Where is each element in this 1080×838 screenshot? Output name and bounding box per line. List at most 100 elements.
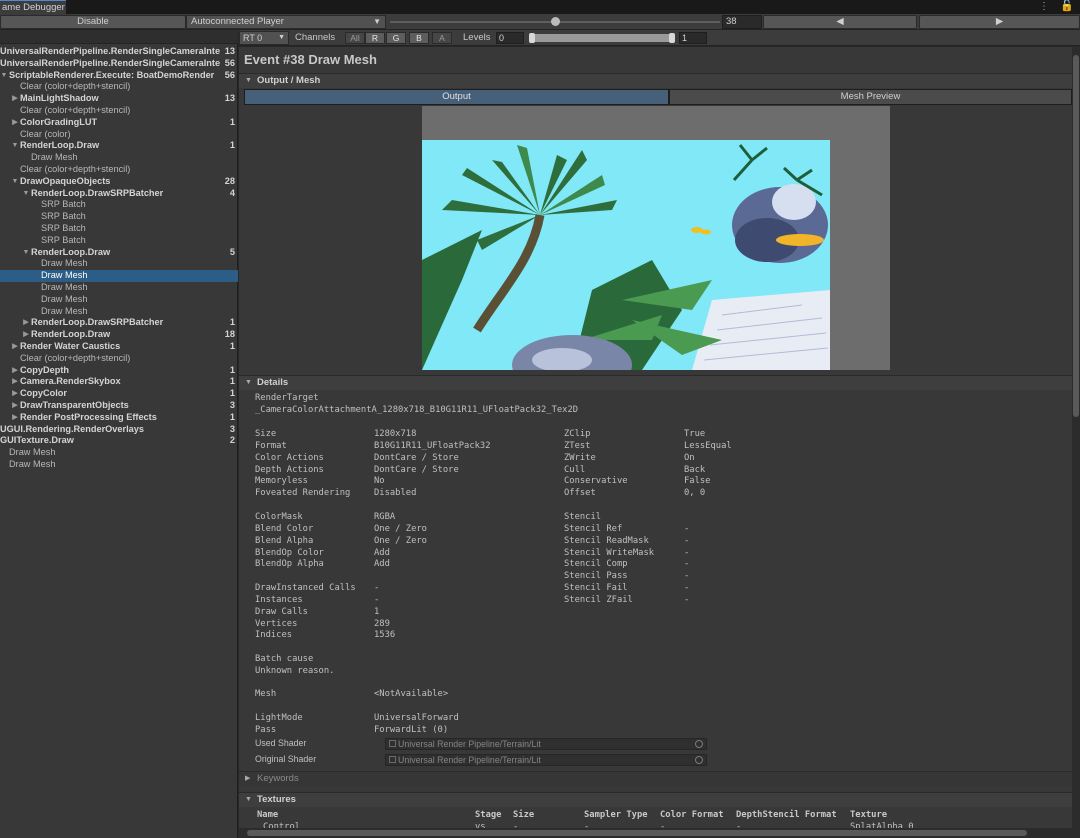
tree-row[interactable]: Draw Mesh <box>0 152 238 164</box>
foldout-closed-icon[interactable]: ▶ <box>22 329 30 341</box>
detail-value: Add <box>374 547 390 558</box>
tab-output[interactable]: Output <box>244 89 669 105</box>
tree-row[interactable]: ▼ DrawOpaqueObjects 28 <box>0 176 238 188</box>
event-details-panel: Event #38 Draw Mesh ▼ Output / Mesh Outp… <box>239 47 1072 838</box>
keywords-section-header[interactable]: ▶ Keywords <box>239 771 1072 786</box>
channel-toggle-all[interactable]: All <box>345 32 365 44</box>
tree-row-selected[interactable]: Draw Mesh <box>0 270 238 282</box>
tree-row[interactable]: Draw Mesh <box>0 282 238 294</box>
foldout-closed-icon[interactable]: ▶ <box>11 376 19 388</box>
tree-row-label: RenderLoop.DrawSRPBatcher <box>31 187 164 198</box>
channel-toggle-a[interactable]: A <box>432 32 452 44</box>
tab-mesh-preview[interactable]: Mesh Preview <box>669 89 1072 105</box>
tree-row[interactable]: ▶ ColorGradingLUT 1 <box>0 117 238 129</box>
next-event-button[interactable]: ▶ <box>919 15 1080 29</box>
tree-row[interactable]: Clear (color+depth+stencil) <box>0 164 238 176</box>
channel-toggle-b[interactable]: B <box>409 32 429 44</box>
event-index-field[interactable]: 38 <box>722 15 762 29</box>
tree-row[interactable]: ▶ Render PostProcessing Effects 1 <box>0 412 238 424</box>
detail-key: Stencil Pass <box>564 571 628 582</box>
vertical-scrollbar-thumb[interactable] <box>1073 55 1079 417</box>
batch-cause-label: Batch cause <box>255 654 314 664</box>
lock-icon[interactable]: 🔓 <box>1060 0 1074 12</box>
tree-row[interactable]: Draw Mesh <box>0 294 238 306</box>
tree-row[interactable]: ▶ DrawTransparentObjects 3 <box>0 400 238 412</box>
disable-button[interactable]: Disable <box>0 15 186 29</box>
channel-toggle-r[interactable]: R <box>365 32 385 44</box>
tree-row[interactable]: ▼ RenderLoop.DrawSRPBatcher 4 <box>0 188 238 200</box>
foldout-open-icon[interactable]: ▼ <box>0 70 8 82</box>
tree-row[interactable]: UGUI.Rendering.RenderOverlays 3 <box>0 424 238 436</box>
details-section-header[interactable]: ▼ Details <box>239 375 1072 390</box>
used-shader-field[interactable]: Universal Render Pipeline/Terrain/Lit <box>385 738 707 750</box>
tree-row[interactable]: ▶ Render Water Caustics 1 <box>0 341 238 353</box>
object-picker-icon[interactable] <box>695 756 703 764</box>
tree-row-label: Draw Mesh <box>41 281 88 292</box>
foldout-closed-icon[interactable]: ▶ <box>11 341 19 353</box>
tree-row[interactable]: Draw Mesh <box>0 306 238 318</box>
tree-row-count: 5 <box>229 246 235 257</box>
detail-value: - <box>684 523 690 534</box>
horizontal-scrollbar-thumb[interactable] <box>247 830 1027 836</box>
tree-row[interactable]: Draw Mesh <box>0 447 238 459</box>
object-picker-icon[interactable] <box>695 740 703 748</box>
detail-value: - <box>684 559 690 570</box>
foldout-closed-icon[interactable]: ▶ <box>11 93 19 105</box>
tree-row[interactable]: ▶ MainLightShadow 13 <box>0 93 238 105</box>
tree-row[interactable]: GUITexture.Draw 2 <box>0 435 238 447</box>
tree-row[interactable]: ▶ CopyDepth 1 <box>0 365 238 377</box>
tree-row[interactable]: Clear (color+depth+stencil) <box>0 81 238 93</box>
tree-row-label: GUITexture.Draw <box>0 435 74 446</box>
tree-row[interactable]: SRP Batch <box>0 223 238 235</box>
tree-row[interactable]: Clear (color) <box>0 129 238 141</box>
levels-min-field[interactable]: 0 <box>496 32 524 44</box>
render-target-dropdown[interactable]: RT 0 ▼ <box>239 31 289 45</box>
kebab-menu-icon[interactable]: ⋮ <box>1039 1 1049 12</box>
tree-row[interactable]: ▶ CopyColor 1 <box>0 388 238 400</box>
event-slider-handle[interactable] <box>551 17 560 26</box>
tree-row[interactable]: ▶ Camera.RenderSkybox 1 <box>0 376 238 388</box>
tree-row[interactable]: Draw Mesh <box>0 258 238 270</box>
levels-max-field[interactable]: 1 <box>679 32 707 44</box>
vertical-scrollbar[interactable] <box>1072 47 1080 838</box>
tree-row[interactable]: ▼ RenderLoop.Draw 5 <box>0 247 238 259</box>
tree-row-count: 1 <box>229 376 235 387</box>
tree-row[interactable]: UniversalRenderPipeline.RenderSingleCame… <box>0 58 238 70</box>
tree-row[interactable]: ▼ ScriptableRenderer.Execute: BoatDemoRen… <box>0 70 238 82</box>
tree-row[interactable]: SRP Batch <box>0 235 238 247</box>
tree-row[interactable]: SRP Batch <box>0 211 238 223</box>
original-shader-field[interactable]: Universal Render Pipeline/Terrain/Lit <box>385 754 707 766</box>
channel-toggle-g[interactable]: G <box>386 32 406 44</box>
tree-row[interactable]: Clear (color+depth+stencil) <box>0 353 238 365</box>
foldout-closed-icon[interactable]: ▶ <box>11 388 19 400</box>
tree-row[interactable]: ▶ RenderLoop.DrawSRPBatcher 1 <box>0 317 238 329</box>
textures-section-header[interactable]: ▼ Textures <box>239 792 1072 807</box>
foldout-closed-icon[interactable]: ▶ <box>11 412 19 424</box>
tree-row[interactable]: Clear (color+depth+stencil) <box>0 105 238 117</box>
tree-row[interactable]: UniversalRenderPipeline.RenderSingleCame… <box>0 46 238 58</box>
tree-row-count: 1 <box>229 116 235 127</box>
foldout-open-icon[interactable]: ▼ <box>22 247 30 259</box>
foldout-open-icon[interactable]: ▼ <box>11 140 19 152</box>
horizontal-scrollbar[interactable] <box>239 828 1072 838</box>
foldout-open-icon[interactable]: ▼ <box>22 188 30 200</box>
foldout-closed-icon[interactable]: ▶ <box>11 400 19 412</box>
detail-key: BlendOp Color <box>255 547 324 558</box>
foldout-open-icon[interactable]: ▼ <box>11 176 19 188</box>
player-dropdown[interactable]: Autoconnected Player ▼ <box>186 15 386 29</box>
tree-row[interactable]: SRP Batch <box>0 199 238 211</box>
window-tab[interactable]: ame Debugger <box>0 0 66 14</box>
event-slider[interactable] <box>390 17 720 26</box>
tree-row[interactable]: ▶ RenderLoop.Draw 18 <box>0 329 238 341</box>
hierarchy-search-bar[interactable] <box>0 30 238 44</box>
tree-row[interactable]: Draw Mesh <box>0 459 238 471</box>
foldout-closed-icon[interactable]: ▶ <box>22 317 30 329</box>
previous-event-button[interactable]: ◀ <box>763 15 917 29</box>
levels-range-slider[interactable] <box>529 33 675 43</box>
output-mesh-section-header[interactable]: ▼ Output / Mesh <box>239 73 1072 88</box>
detail-key: Instances <box>255 594 303 605</box>
tree-row[interactable]: ▼ RenderLoop.Draw 1 <box>0 140 238 152</box>
detail-key: Stencil Ref <box>564 523 623 534</box>
foldout-closed-icon[interactable]: ▶ <box>11 365 19 377</box>
foldout-closed-icon[interactable]: ▶ <box>11 117 19 129</box>
